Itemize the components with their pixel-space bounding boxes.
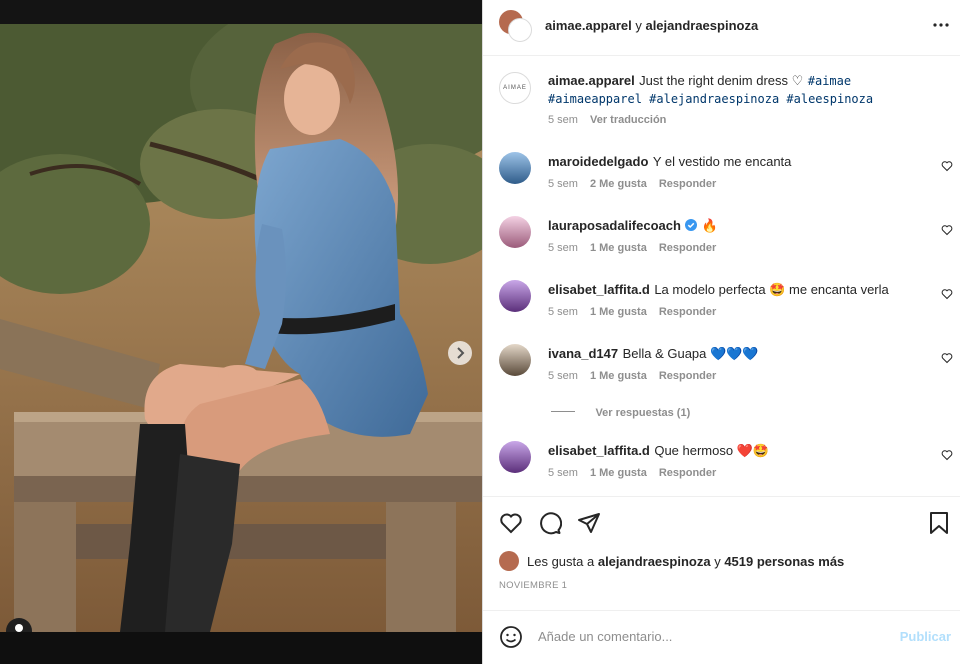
comment-input[interactable]: Añade un comentario...	[538, 629, 672, 644]
comment-text: Que hermoso ❤️🤩	[654, 443, 770, 458]
emoji-icon[interactable]	[499, 625, 523, 649]
caption-hashtags[interactable]: #aimaeapparel #alejandraespinoza #aleesp…	[548, 92, 873, 106]
author-username[interactable]: aimae.apparel	[545, 18, 632, 33]
coauthor-username[interactable]: alejandraespinoza	[645, 18, 758, 33]
caption-body: aimae.apparel Just the right denim dress…	[548, 72, 938, 108]
comment-time[interactable]: 5 sem	[548, 178, 578, 190]
comment-meta: 5 sem 1 Me gusta Responder	[548, 370, 716, 382]
comment-meta: 5 sem 1 Me gusta Responder	[548, 242, 716, 254]
caption-hashtag[interactable]: #aimae	[808, 74, 851, 88]
comment-body: lauraposadalifecoach 🔥	[548, 217, 718, 235]
like-icon[interactable]	[499, 511, 523, 535]
comment-meta: 5 sem 1 Me gusta Responder	[548, 306, 716, 318]
commenter-avatar[interactable]	[499, 152, 531, 184]
reply-button[interactable]: Responder	[659, 178, 716, 190]
comment-icon[interactable]	[538, 511, 562, 535]
likes-prefix: Les gusta a	[527, 554, 595, 569]
coauthor-avatar[interactable]	[508, 18, 532, 42]
comment-time[interactable]: 5 sem	[548, 242, 578, 254]
share-icon[interactable]	[577, 511, 601, 535]
comment-likes[interactable]: 1 Me gusta	[590, 306, 647, 318]
comment-username[interactable]: elisabet_laffita.d	[548, 443, 650, 458]
comment-likes[interactable]: 1 Me gusta	[590, 242, 647, 254]
post-comment-button[interactable]: Publicar	[900, 629, 951, 644]
view-replies-button[interactable]: Ver respuestas (1)	[551, 403, 690, 421]
liker-avatar[interactable]	[499, 551, 519, 571]
comment-like-icon[interactable]	[941, 224, 953, 236]
comment-likes[interactable]: 2 Me gusta	[590, 178, 647, 190]
comment-time[interactable]: 5 sem	[548, 467, 578, 479]
comment-likes[interactable]: 1 Me gusta	[590, 370, 647, 382]
comment-text: La modelo perfecta 🤩 me encanta verla	[654, 282, 889, 297]
comment-body: ivana_d147 Bella & Guapa 💙💙💙	[548, 345, 759, 363]
comment-body: maroidedelgado Y el vestido me encanta	[548, 153, 791, 171]
post-header: aimae.apparel y alejandraespinoza	[483, 0, 960, 56]
post-photo[interactable]	[0, 24, 482, 632]
caption-username[interactable]: aimae.apparel	[548, 73, 635, 88]
post-details-panel: aimae.apparel y alejandraespinoza AIMAE …	[482, 0, 960, 664]
comment-time[interactable]: 5 sem	[548, 370, 578, 382]
post-actions	[483, 496, 960, 548]
photo-illustration	[0, 24, 482, 632]
caption-time[interactable]: 5 sem	[548, 114, 578, 126]
save-bookmark-icon[interactable]	[929, 511, 949, 535]
likes-text: Les gusta a alejandraespinoza y 4519 per…	[527, 554, 844, 569]
commenter-avatar[interactable]	[499, 280, 531, 312]
replies-line	[551, 411, 575, 413]
comment-like-icon[interactable]	[941, 352, 953, 364]
comment-username[interactable]: maroidedelgado	[548, 154, 648, 169]
top-bar	[0, 0, 482, 24]
likes-connector: y	[714, 554, 721, 569]
comment-time[interactable]: 5 sem	[548, 306, 578, 318]
comment-text: 🔥	[701, 218, 719, 233]
add-comment-bar: Añade un comentario... Publicar	[483, 610, 960, 664]
authors-connector: y	[635, 18, 642, 33]
commenter-avatar[interactable]	[499, 216, 531, 248]
liker-username[interactable]: alejandraespinoza	[598, 554, 711, 569]
comment-like-icon[interactable]	[941, 288, 953, 300]
caption-text: Just the right denim dress ♡	[639, 73, 804, 88]
comment-text: Y el vestido me encanta	[652, 154, 792, 169]
view-replies-label: Ver respuestas (1)	[595, 407, 691, 419]
post-date[interactable]: NOVIEMBRE 1	[499, 580, 567, 591]
reply-button[interactable]: Responder	[659, 370, 716, 382]
tagged-users-button[interactable]	[6, 618, 32, 632]
reply-button[interactable]: Responder	[659, 242, 716, 254]
chevron-right-icon	[457, 347, 465, 359]
more-options-icon	[933, 23, 949, 27]
comment-meta: 5 sem 2 Me gusta Responder	[548, 178, 716, 190]
commenter-avatar[interactable]	[499, 344, 531, 376]
comment-like-icon[interactable]	[941, 449, 953, 461]
comment-username[interactable]: elisabet_laffita.d	[548, 282, 650, 297]
reply-button[interactable]: Responder	[659, 467, 716, 479]
post-authors: aimae.apparel y alejandraespinoza	[545, 18, 758, 33]
caption-meta: 5 sem Ver traducción	[548, 114, 666, 126]
comment-username[interactable]: ivana_d147	[548, 346, 618, 361]
comment-meta: 5 sem 1 Me gusta Responder	[548, 467, 716, 479]
comment-likes[interactable]: 1 Me gusta	[590, 467, 647, 479]
reply-button[interactable]: Responder	[659, 306, 716, 318]
comment-text: Bella & Guapa 💙💙💙	[622, 346, 759, 361]
comment-like-icon[interactable]	[941, 160, 953, 172]
more-options-button[interactable]	[933, 16, 949, 39]
verified-badge-icon	[685, 219, 698, 231]
bottom-strip	[0, 632, 482, 664]
comment-username[interactable]: lauraposadalifecoach	[548, 218, 681, 233]
next-slide-button[interactable]	[448, 341, 472, 365]
instagram-post-page: aimae.apparel y alejandraespinoza AIMAE …	[0, 0, 960, 664]
caption-avatar[interactable]: AIMAE	[499, 72, 531, 104]
commenter-avatar[interactable]	[499, 441, 531, 473]
comment-body: elisabet_laffita.d La modelo perfecta 🤩 …	[548, 281, 889, 299]
user-tag-icon	[15, 624, 23, 632]
likes-count[interactable]: 4519 personas más	[724, 554, 844, 569]
comment-body: elisabet_laffita.d Que hermoso ❤️🤩	[548, 442, 769, 460]
translate-link[interactable]: Ver traducción	[590, 114, 666, 126]
